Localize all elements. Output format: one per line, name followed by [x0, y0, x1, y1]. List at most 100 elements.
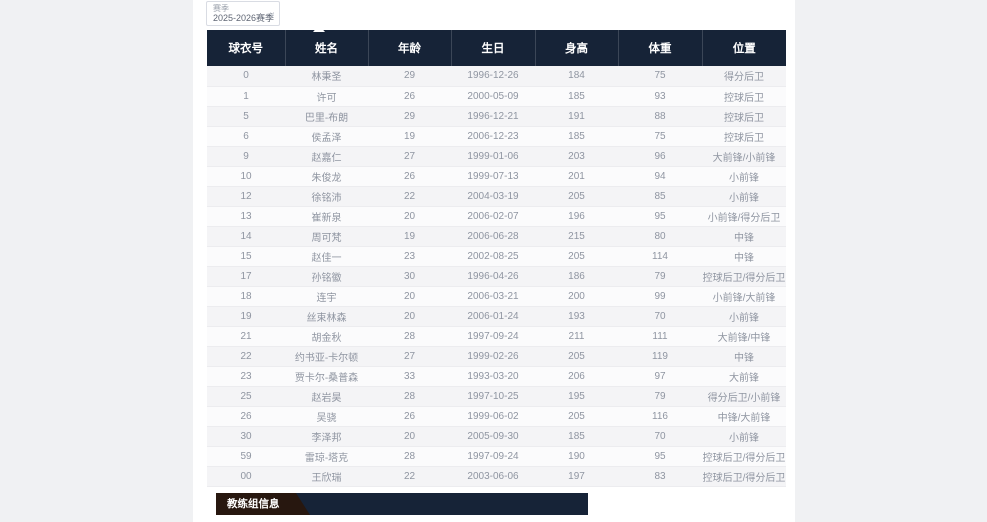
cell-age: 20	[368, 426, 451, 446]
cell-position: 小前锋	[702, 186, 786, 206]
cell-weight: 93	[618, 86, 702, 106]
cell-jersey: 30	[207, 426, 285, 446]
cell-age: 20	[368, 206, 451, 226]
cell-position: 大前锋/小前锋	[702, 146, 786, 166]
cell-position: 中锋	[702, 226, 786, 246]
table-row[interactable]: 59雷琼-塔克281997-09-2419095控球后卫/得分后卫	[207, 446, 786, 466]
table-row[interactable]: 23贾卡尔-桑普森331993-03-2020697大前锋	[207, 366, 786, 386]
cell-height: 203	[535, 146, 618, 166]
cell-position: 控球后卫	[702, 106, 786, 126]
cell-height: 211	[535, 326, 618, 346]
cell-birthday: 2006-03-21	[451, 286, 535, 306]
cell-weight: 116	[618, 406, 702, 426]
cell-age: 19	[368, 126, 451, 146]
cell-age: 19	[368, 226, 451, 246]
season-dropdown-label: 赛季	[213, 4, 265, 13]
cell-name: 吴骁	[285, 406, 368, 426]
table-row[interactable]: 13崔新泉202006-02-0719695小前锋/得分后卫	[207, 206, 786, 226]
cell-name: 约书亚-卡尔顿	[285, 346, 368, 366]
cell-jersey: 13	[207, 206, 285, 226]
cell-jersey: 17	[207, 266, 285, 286]
cell-height: 190	[535, 446, 618, 466]
cell-height: 196	[535, 206, 618, 226]
column-header: 生日	[451, 30, 535, 66]
cell-weight: 83	[618, 466, 702, 486]
page: 赛季 2025-2026赛季 ∨ 球衣号姓名年龄生日身高体重位置 0林秉圣291…	[0, 0, 987, 522]
chevron-down-icon: ∨	[269, 10, 275, 19]
cell-height: 186	[535, 266, 618, 286]
table-row[interactable]: 15赵佳一232002-08-25205114中锋	[207, 246, 786, 266]
cell-name: 朱俊龙	[285, 166, 368, 186]
table-row[interactable]: 5巴里-布朗291996-12-2119188控球后卫	[207, 106, 786, 126]
table-row[interactable]: 1许可262000-05-0918593控球后卫	[207, 86, 786, 106]
cell-age: 28	[368, 446, 451, 466]
cell-position: 中锋	[702, 346, 786, 366]
cell-weight: 99	[618, 286, 702, 306]
coach-info-title: 教练组信息	[216, 493, 310, 515]
cell-height: 205	[535, 186, 618, 206]
cell-position: 控球后卫	[702, 126, 786, 146]
season-dropdown[interactable]: 赛季 2025-2026赛季 ∨	[206, 1, 280, 26]
table-row[interactable]: 25赵岩昊281997-10-2519579得分后卫/小前锋	[207, 386, 786, 406]
table-row[interactable]: 17孙铭徽301996-04-2618679控球后卫/得分后卫	[207, 266, 786, 286]
cell-birthday: 1997-09-24	[451, 326, 535, 346]
popover-arrow	[313, 25, 325, 32]
cell-age: 22	[368, 466, 451, 486]
cell-name: 胡金秋	[285, 326, 368, 346]
cell-weight: 111	[618, 326, 702, 346]
cell-age: 26	[368, 166, 451, 186]
cell-birthday: 1997-09-24	[451, 446, 535, 466]
cell-height: 184	[535, 66, 618, 86]
cell-jersey: 15	[207, 246, 285, 266]
table-row[interactable]: 9赵嘉仁271999-01-0620396大前锋/小前锋	[207, 146, 786, 166]
cell-height: 206	[535, 366, 618, 386]
cell-height: 195	[535, 386, 618, 406]
cell-birthday: 2006-02-07	[451, 206, 535, 226]
table-row[interactable]: 26吴骁261999-06-02205116中锋/大前锋	[207, 406, 786, 426]
cell-birthday: 1993-03-20	[451, 366, 535, 386]
cell-height: 205	[535, 246, 618, 266]
cell-age: 30	[368, 266, 451, 286]
cell-height: 185	[535, 86, 618, 106]
cell-name: 巴里-布朗	[285, 106, 368, 126]
cell-birthday: 2006-12-23	[451, 126, 535, 146]
cell-position: 控球后卫	[702, 86, 786, 106]
cell-weight: 79	[618, 386, 702, 406]
table-row[interactable]: 30李泽邦202005-09-3018570小前锋	[207, 426, 786, 446]
cell-height: 201	[535, 166, 618, 186]
cell-jersey: 1	[207, 86, 285, 106]
cell-jersey: 6	[207, 126, 285, 146]
cell-jersey: 5	[207, 106, 285, 126]
cell-name: 林秉圣	[285, 66, 368, 86]
table-row[interactable]: 12徐铭沛222004-03-1920585小前锋	[207, 186, 786, 206]
cell-name: 崔新泉	[285, 206, 368, 226]
cell-position: 小前锋	[702, 306, 786, 326]
table-row[interactable]: 0林秉圣291996-12-2618475得分后卫	[207, 66, 786, 86]
table-row[interactable]: 18连宇202006-03-2120099小前锋/大前锋	[207, 286, 786, 306]
table-row[interactable]: 21胡金秋281997-09-24211111大前锋/中锋	[207, 326, 786, 346]
table-row[interactable]: 10朱俊龙261999-07-1320194小前锋	[207, 166, 786, 186]
cell-name: 赵岩昊	[285, 386, 368, 406]
cell-jersey: 9	[207, 146, 285, 166]
cell-position: 小前锋/大前锋	[702, 286, 786, 306]
table-row[interactable]: 00王欣瑞222003-06-0619783控球后卫/得分后卫	[207, 466, 786, 486]
cell-jersey: 25	[207, 386, 285, 406]
cell-name: 许可	[285, 86, 368, 106]
cell-name: 王欣瑞	[285, 466, 368, 486]
cell-age: 29	[368, 106, 451, 126]
cell-name: 李泽邦	[285, 426, 368, 446]
cell-weight: 75	[618, 66, 702, 86]
cell-weight: 97	[618, 366, 702, 386]
table-row[interactable]: 19丝束林森202006-01-2419370小前锋	[207, 306, 786, 326]
cell-position: 控球后卫/得分后卫	[702, 446, 786, 466]
cell-weight: 70	[618, 306, 702, 326]
cell-birthday: 1999-07-13	[451, 166, 535, 186]
table-row[interactable]: 6侯孟泽192006-12-2318575控球后卫	[207, 126, 786, 146]
roster-table-container: 球衣号姓名年龄生日身高体重位置 0林秉圣291996-12-2618475得分后…	[207, 30, 786, 487]
cell-age: 20	[368, 286, 451, 306]
cell-age: 23	[368, 246, 451, 266]
cell-weight: 75	[618, 126, 702, 146]
cell-position: 大前锋	[702, 366, 786, 386]
table-row[interactable]: 14周可梵192006-06-2821580中锋	[207, 226, 786, 246]
table-row[interactable]: 22约书亚-卡尔顿271999-02-26205119中锋	[207, 346, 786, 366]
